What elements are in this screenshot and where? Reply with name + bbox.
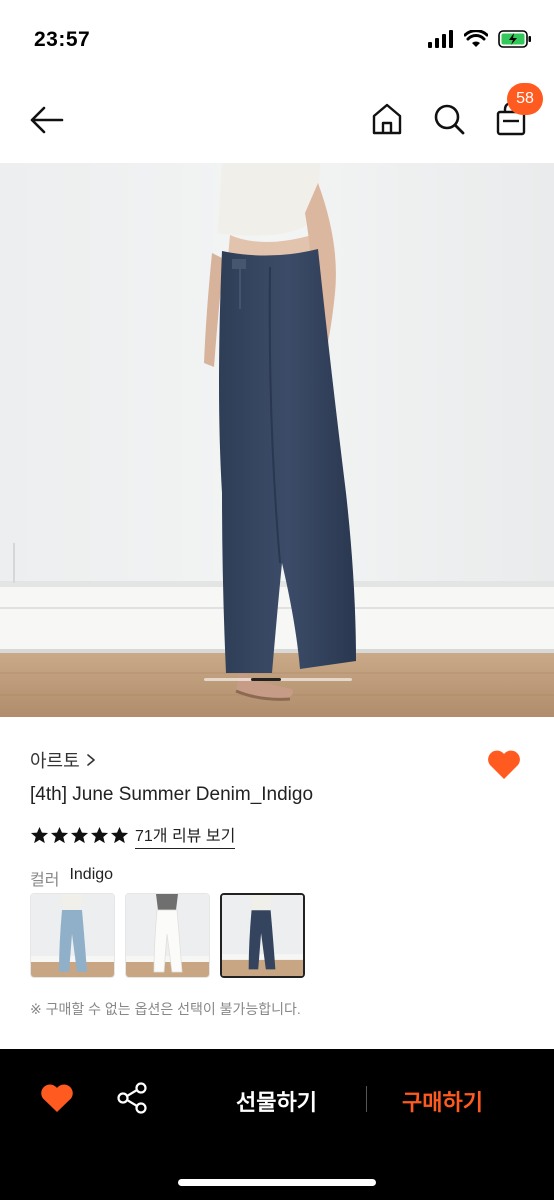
swatch-indigo-jeans[interactable] xyxy=(220,893,305,978)
image-page-indicator-active xyxy=(251,678,281,681)
product-detail-page: 23:57 58 아르토 [4th] June Summer Denim_Ind… xyxy=(0,0,554,1200)
brand-link[interactable]: 아르토 xyxy=(30,747,96,773)
search-icon[interactable] xyxy=(430,100,468,138)
share-icon[interactable] xyxy=(114,1079,152,1117)
color-label: 컬러 xyxy=(30,872,60,889)
swatch-light-blue-jeans[interactable] xyxy=(30,893,115,978)
star-icon xyxy=(30,826,49,844)
nav-bar xyxy=(0,80,554,162)
swatch-white-jeans[interactable] xyxy=(125,893,210,978)
star-icon xyxy=(110,826,129,844)
rating-row: 71개 리뷰 보기 xyxy=(30,822,236,849)
color-swatches xyxy=(30,893,305,978)
color-value: Indigo xyxy=(69,866,114,883)
heart-filled-icon[interactable] xyxy=(484,744,524,784)
image-page-indicator xyxy=(204,678,352,681)
wifi-icon xyxy=(464,30,488,47)
bottom-action-bar: 선물하기 구매하기 xyxy=(0,1049,554,1200)
back-arrow-icon[interactable] xyxy=(26,100,66,140)
star-icon xyxy=(70,826,89,844)
home-icon[interactable] xyxy=(368,100,406,138)
option-notice: ※ 구매할 수 없는 옵션은 선택이 불가능합니다. xyxy=(30,1001,301,1017)
bottom-bar-divider xyxy=(366,1086,367,1112)
home-indicator[interactable] xyxy=(178,1179,376,1186)
gift-button[interactable]: 선물하기 xyxy=(236,1085,317,1117)
review-link[interactable]: 71개 리뷰 보기 xyxy=(135,822,236,849)
battery-charging-icon xyxy=(498,30,531,48)
cellular-signal-icon xyxy=(428,30,453,48)
color-option-row: 컬러 Indigo xyxy=(30,866,113,890)
chevron-right-icon xyxy=(86,754,95,766)
star-icon xyxy=(50,826,69,844)
product-title: [4th] June Summer Denim_Indigo xyxy=(30,784,314,805)
rating-stars xyxy=(30,826,129,845)
status-time: 23:57 xyxy=(34,28,91,51)
star-icon xyxy=(90,826,109,844)
heart-filled-icon[interactable] xyxy=(38,1079,76,1117)
status-bar: 23:57 xyxy=(0,0,554,80)
status-icons xyxy=(428,30,532,48)
cart-count-badge: 58 xyxy=(507,83,543,115)
brand-name: 아르토 xyxy=(30,751,80,771)
product-image[interactable] xyxy=(0,163,554,717)
buy-button[interactable]: 구매하기 xyxy=(402,1085,483,1117)
